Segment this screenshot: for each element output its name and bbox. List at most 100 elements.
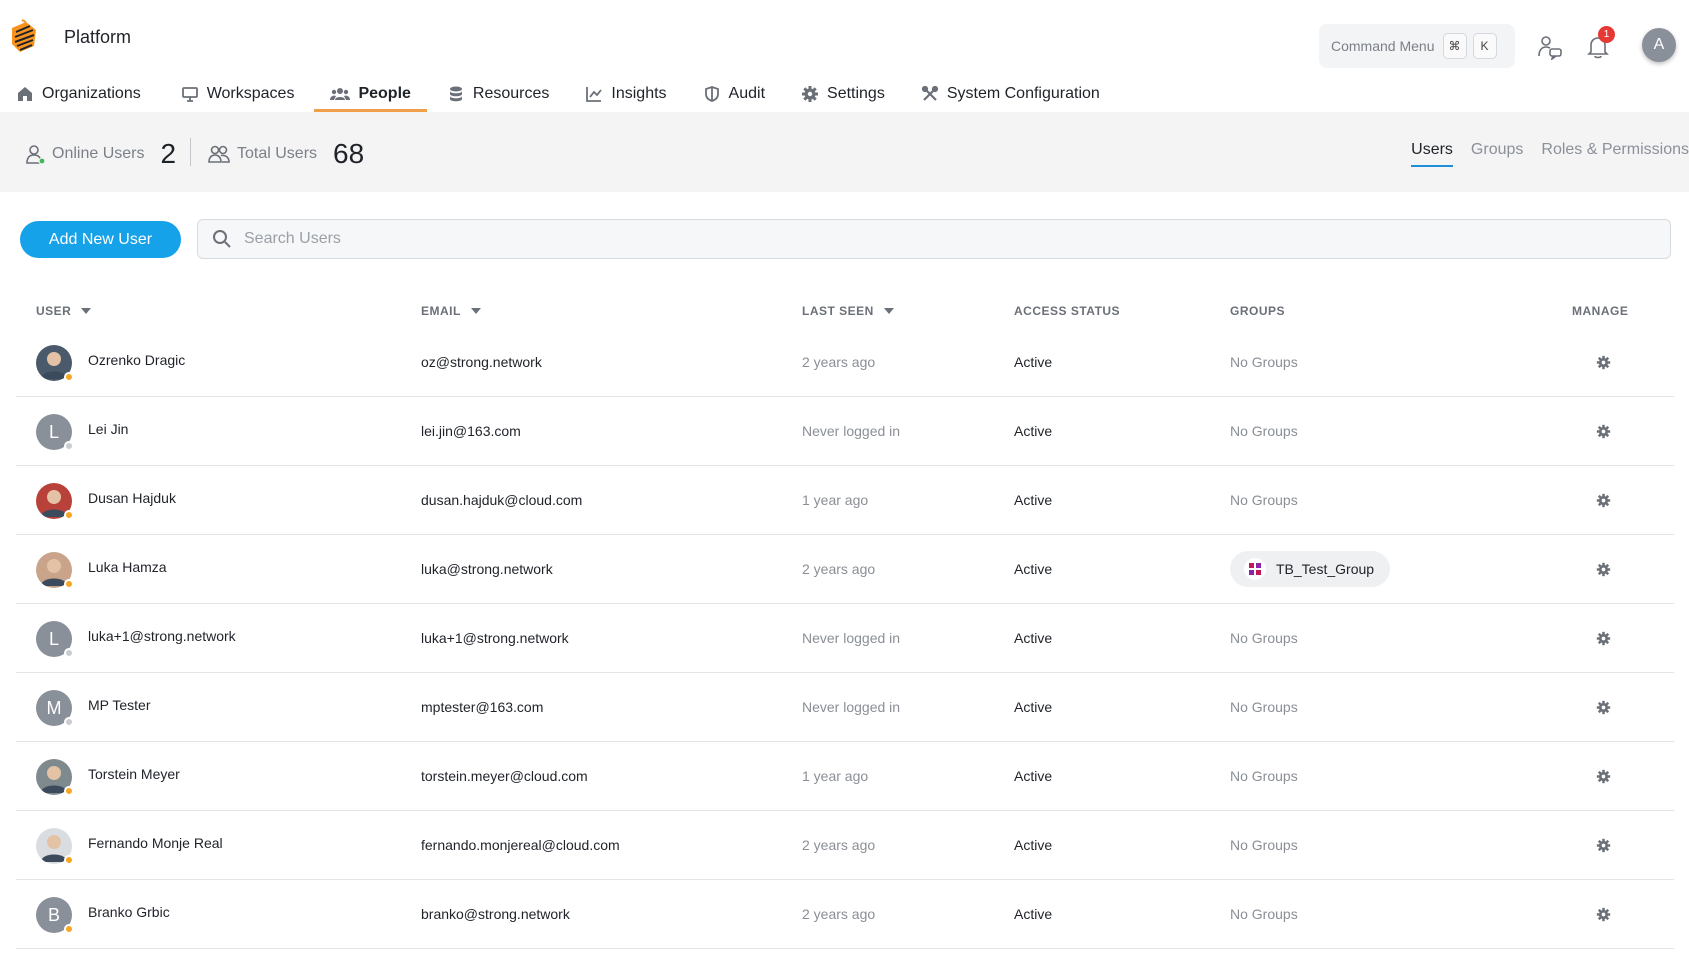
presence-indicator [64, 855, 74, 865]
nav-audit[interactable]: Audit [687, 76, 781, 112]
header-user[interactable]: USER [36, 304, 92, 318]
access-status: Active [1014, 837, 1053, 853]
avatar: M [36, 690, 74, 727]
user-email: lei.jin@163.com [421, 423, 521, 439]
search-icon [213, 230, 231, 248]
groups-value: No Groups [1230, 492, 1298, 508]
users-table-body: Ozrenko Dragic oz@strong.network 2 years a… [16, 328, 1674, 949]
manage-user-button[interactable] [1593, 421, 1613, 441]
header-email-label: EMAIL [421, 304, 461, 318]
nav-label: Resources [472, 85, 550, 102]
user-email: mptester@163.com [421, 699, 544, 715]
gear-icon [1596, 769, 1610, 783]
header-manage: MANAGE [1572, 304, 1628, 318]
access-status: Active [1014, 561, 1053, 577]
user-email: oz@strong.network [421, 354, 542, 370]
manage-user-button[interactable] [1593, 352, 1613, 372]
notifications-button[interactable]: 1 [1581, 26, 1615, 64]
avatar-initial: B [47, 904, 60, 925]
manage-user-button[interactable] [1593, 628, 1613, 648]
last-seen: Never logged in [802, 423, 901, 439]
support-chat-button[interactable] [1533, 30, 1567, 64]
monitor-icon [181, 87, 198, 102]
gear-icon [1596, 493, 1610, 507]
add-new-user-button[interactable]: Add New User [20, 221, 181, 258]
manage-user-button[interactable] [1593, 904, 1613, 924]
user-name: Ozrenko Dragic [88, 352, 186, 368]
tab-groups[interactable]: Groups [1471, 141, 1523, 167]
gear-icon [1596, 907, 1610, 921]
manage-user-button[interactable] [1593, 835, 1613, 855]
nav-resources[interactable]: Resources [431, 76, 565, 112]
account-avatar[interactable]: A [1642, 28, 1676, 62]
header-email[interactable]: EMAIL [421, 304, 481, 318]
users-panel: Add New User USER EMAIL LAST SEEN ACCESS… [0, 192, 1689, 963]
header-manage-label: MANAGE [1572, 304, 1629, 318]
access-status: Active [1014, 906, 1053, 922]
table-row[interactable]: M MP Tester mptester@163.com Never logged i… [16, 673, 1674, 742]
manage-user-button[interactable] [1593, 766, 1613, 786]
user-email: dusan.hajduk@cloud.com [421, 492, 583, 508]
presence-indicator [64, 648, 74, 658]
brand[interactable]: Platform [8, 18, 131, 56]
last-seen: 2 years ago [802, 837, 876, 853]
people-subtabs: Users Groups Roles & Permissions [1393, 141, 1689, 167]
nav-organizations[interactable]: Organizations [0, 76, 157, 112]
tab-users[interactable]: Users [1411, 141, 1453, 167]
access-status: Active [1014, 699, 1053, 715]
header-groups-label: GROUPS [1230, 304, 1286, 318]
table-row[interactable]: L Lei Jin lei.jin@163.com Never logged in Ac… [16, 397, 1674, 466]
table-row[interactable]: B Branko Grbic branko@strong.network 2 year… [16, 880, 1674, 949]
table-row[interactable]: Fernando Monje Real fernando.monjereal@cl… [16, 811, 1674, 880]
presence-indicator [64, 441, 74, 451]
access-status: Active [1014, 423, 1053, 439]
online-users-value: 2 [160, 138, 177, 169]
groups-value: No Groups [1230, 699, 1298, 715]
table-row[interactable]: Luka Hamza luka@strong.network 2 years ago… [16, 535, 1674, 604]
nav-label: Audit [728, 85, 766, 102]
header-last-seen[interactable]: LAST SEEN [802, 304, 894, 318]
nav-people[interactable]: People [314, 76, 428, 112]
tab-roles-permissions[interactable]: Roles & Permissions [1541, 141, 1689, 167]
sort-caret-icon [81, 308, 92, 314]
nav-label: Organizations [42, 85, 141, 102]
avatar: L [36, 414, 74, 451]
gear-icon [802, 86, 819, 102]
home-icon [18, 87, 32, 101]
groups-value: No Groups [1230, 837, 1298, 853]
command-menu-button[interactable]: Command Menu ⌘ K [1319, 24, 1515, 68]
nav-label: People [358, 85, 411, 102]
notification-badge: 1 [1598, 26, 1615, 43]
access-status: Active [1014, 492, 1053, 508]
avatar [36, 345, 74, 382]
presence-indicator [64, 924, 74, 934]
group-chip[interactable]: TB_Test_Group [1230, 551, 1391, 587]
avatar [36, 759, 74, 796]
manage-user-button[interactable] [1593, 559, 1613, 579]
avatar: B [36, 897, 74, 934]
online-users-label: Online Users [52, 145, 145, 162]
people-icon [330, 88, 351, 100]
nav-system-configuration[interactable]: System Configuration [905, 76, 1116, 112]
nav-insights[interactable]: Insights [569, 76, 682, 112]
access-status: Active [1014, 354, 1053, 370]
avatar [36, 828, 74, 865]
table-row[interactable]: Torstein Meyer torstein.meyer@cloud.com 1 … [16, 742, 1674, 811]
sort-caret-icon [883, 308, 894, 314]
table-row[interactable]: Ozrenko Dragic oz@strong.network 2 years a… [16, 328, 1674, 397]
nav-workspaces[interactable]: Workspaces [165, 76, 311, 112]
nav-settings[interactable]: Settings [785, 76, 901, 112]
presence-indicator [64, 579, 74, 589]
presence-indicator [64, 510, 74, 520]
table-row[interactable]: Dusan Hajduk dusan.hajduk@cloud.com 1 year… [16, 466, 1674, 535]
header-last-seen-label: LAST SEEN [802, 304, 874, 318]
logo-icon [12, 19, 36, 52]
user-name: Dusan Hajduk [88, 490, 176, 506]
total-users-value: 68 [333, 138, 365, 169]
user-name: Branko Grbic [88, 904, 170, 920]
manage-user-button[interactable] [1593, 490, 1613, 510]
table-row[interactable]: Lluka+1@strong.network luka+1@strong.netw… [16, 604, 1674, 673]
search-input[interactable] [244, 230, 1544, 248]
command-menu-label: Command Menu [1331, 38, 1435, 54]
manage-user-button[interactable] [1593, 697, 1613, 717]
